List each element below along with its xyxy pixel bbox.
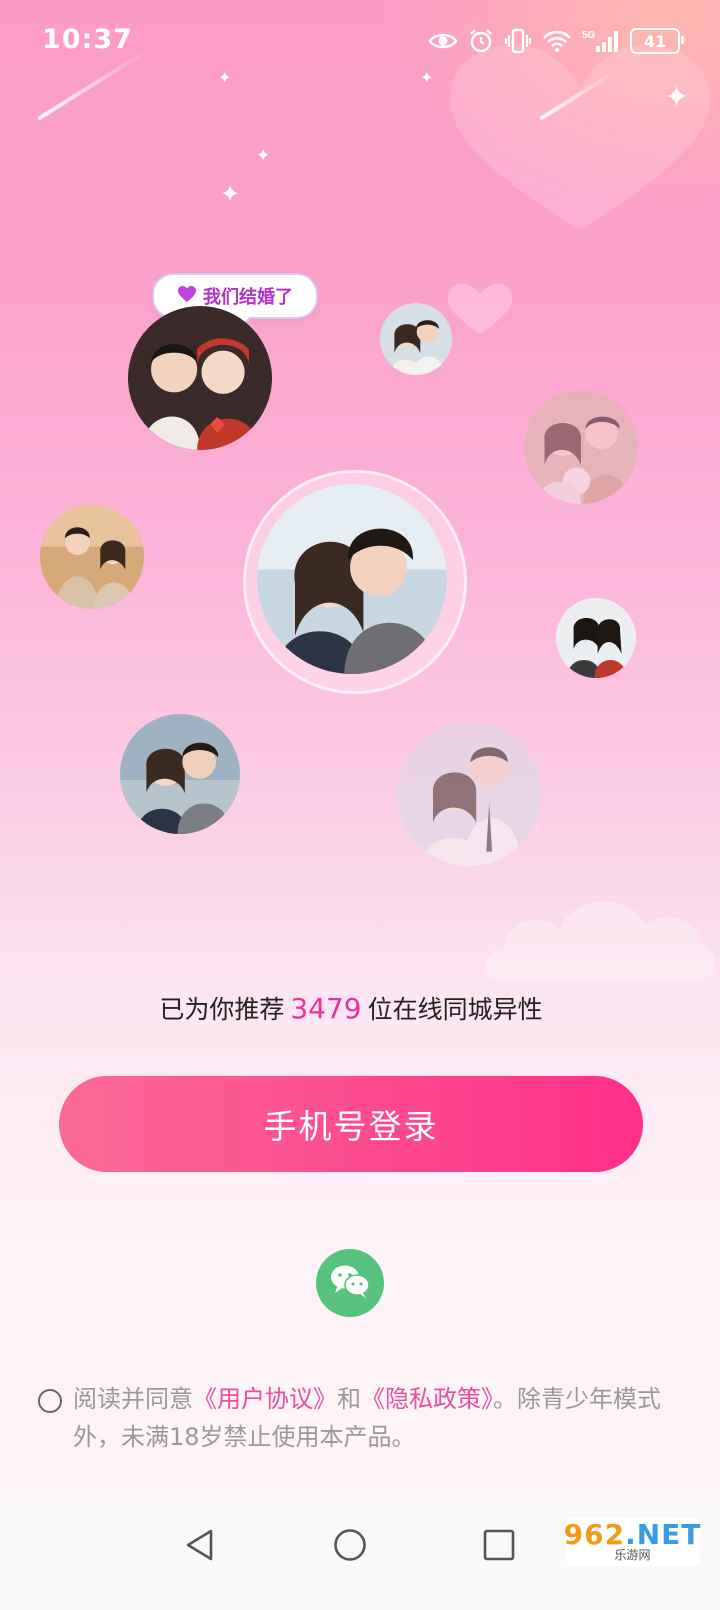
watermark-subtitle: 乐游网 [614, 1548, 651, 1562]
couple-avatar-1[interactable] [128, 306, 272, 450]
agree-checkbox[interactable] [38, 1389, 62, 1413]
couple-avatar-5[interactable] [556, 598, 636, 678]
watermark-logo-number: 962 [563, 1518, 626, 1551]
watermark-logo: 962.NET [564, 1521, 702, 1549]
cloud-decoration [485, 901, 715, 980]
privacy-policy-link[interactable]: 《隐私政策》 [361, 1385, 493, 1413]
phone-login-button[interactable]: 手机号登录 [59, 1076, 643, 1172]
couple-avatar-4[interactable] [40, 505, 144, 609]
wechat-icon [329, 1263, 371, 1303]
wechat-login-button[interactable] [316, 1249, 384, 1317]
agreement-section: 阅读并同意《用户协议》和《隐私政策》。除青少年模式外，未满18岁禁止使用本产品。 [38, 1380, 698, 1456]
status-bar: 10:37 5G 41 [0, 0, 720, 84]
featured-couple-avatar[interactable] [257, 484, 447, 674]
svg-text:5G: 5G [582, 30, 596, 41]
couple-avatar-6[interactable] [120, 714, 240, 834]
signal-5g-icon: 5G [582, 28, 620, 54]
agreement-conjunction: 和 [337, 1385, 361, 1413]
watermark-logo-text: .NET [625, 1518, 702, 1551]
back-icon[interactable] [183, 1528, 217, 1566]
sparkle-icon: ✦ [664, 80, 690, 115]
login-screen: ✦ ✦ ✦ ✦ ✦ 10:37 5G 41 我们结婚了 已为你推荐 3479 位… [0, 0, 720, 1610]
recommend-prefix: 已为你推荐 [159, 995, 285, 1024]
sparkle-icon: ✦ [256, 146, 271, 166]
vibrate-icon [504, 28, 532, 54]
site-watermark: 962.NET 乐游网 [564, 1518, 702, 1566]
couple-avatar-2[interactable] [380, 303, 452, 375]
agreement-text: 阅读并同意《用户协议》和《隐私政策》。除青少年模式外，未满18岁禁止使用本产品。 [38, 1380, 698, 1456]
battery-icon: 41 [630, 28, 684, 54]
home-icon[interactable] [333, 1528, 367, 1566]
eye-icon [428, 30, 458, 52]
recommend-suffix: 位在线同城异性 [367, 995, 543, 1024]
recents-icon[interactable] [482, 1528, 516, 1566]
recommend-count: 3479 [290, 992, 362, 1025]
sparkle-icon: ✦ [220, 180, 241, 208]
small-heart-decoration [448, 284, 512, 334]
recommend-summary: 已为你推荐 3479 位在线同城异性 [0, 990, 702, 1026]
wifi-icon [542, 29, 572, 53]
heart-icon [177, 285, 197, 307]
alarm-icon [468, 28, 494, 54]
couple-avatar-7[interactable] [397, 722, 541, 866]
status-time: 10:37 [42, 24, 133, 55]
user-agreement-link[interactable]: 《用户协议》 [193, 1385, 337, 1413]
status-icons: 5G 41 [428, 26, 684, 56]
agreement-prefix: 阅读并同意 [73, 1385, 193, 1413]
married-badge-text: 我们结婚了 [203, 287, 293, 308]
couple-avatar-3[interactable] [524, 390, 638, 504]
